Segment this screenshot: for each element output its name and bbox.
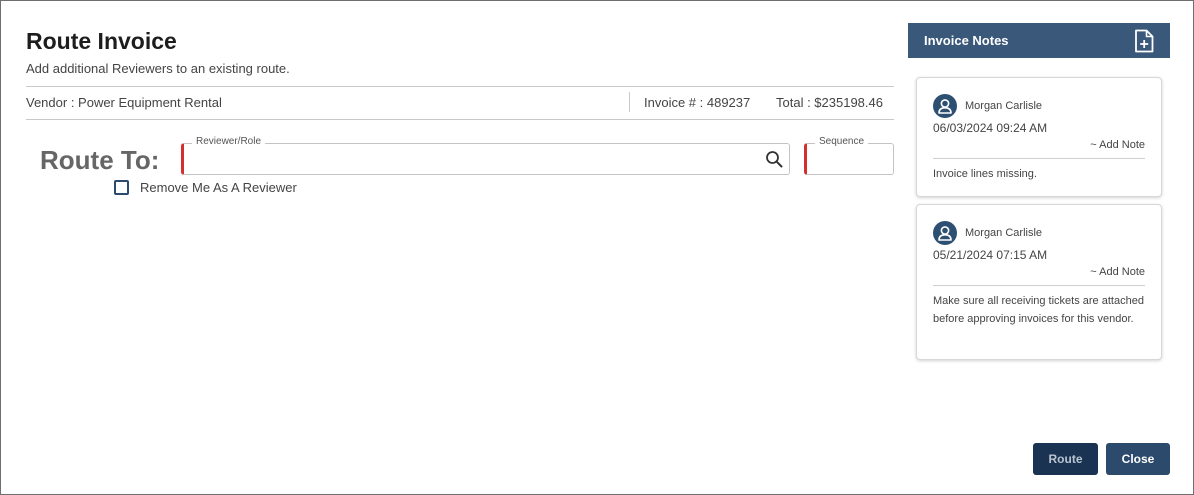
route-invoice-dialog: Route Invoice Add additional Reviewers t… — [0, 0, 1194, 495]
vendor-info: Vendor : Power Equipment Rental — [26, 95, 222, 110]
note-text: Make sure all receiving tickets are atta… — [933, 295, 1144, 325]
note-divider — [933, 158, 1145, 159]
route-button[interactable]: Route — [1033, 443, 1098, 475]
add-note-link[interactable]: ~ Add Note — [1090, 139, 1145, 151]
route-to-label: Route To: — [40, 145, 160, 175]
avatar-icon — [933, 94, 957, 118]
remove-me-checkbox[interactable] — [114, 180, 129, 195]
dialog-title: Route Invoice — [26, 28, 177, 54]
file-plus-icon[interactable] — [1134, 29, 1154, 53]
note-divider — [933, 285, 1145, 286]
sequence-field[interactable]: Sequence — [804, 136, 894, 175]
dialog-subtitle: Add additional Reviewers to an existing … — [26, 61, 290, 76]
search-icon[interactable] — [765, 150, 783, 168]
invoice-notes-header: Invoice Notes — [908, 23, 1170, 58]
note-card: Morgan Carlisle 06/03/2024 09:24 AM ~ Ad… — [916, 77, 1162, 197]
info-separator — [629, 92, 630, 112]
invoice-notes-title: Invoice Notes — [924, 33, 1009, 48]
note-card: Morgan Carlisle 05/21/2024 07:15 AM ~ Ad… — [916, 204, 1162, 360]
note-timestamp: 06/03/2024 09:24 AM — [933, 121, 1048, 135]
reviewer-role-field[interactable]: Reviewer/Role — [181, 136, 790, 175]
remove-me-label[interactable]: Remove Me As A Reviewer — [140, 180, 297, 195]
close-button[interactable]: Close — [1106, 443, 1170, 475]
invoice-total: Total : $235198.46 — [776, 95, 883, 110]
note-timestamp: 05/21/2024 07:15 AM — [933, 248, 1048, 262]
reviewer-role-label: Reviewer/Role — [192, 136, 266, 147]
note-author: Morgan Carlisle — [965, 100, 1043, 112]
note-author: Morgan Carlisle — [965, 227, 1043, 239]
divider-bottom — [26, 119, 894, 120]
sequence-label: Sequence — [815, 136, 869, 147]
add-note-link[interactable]: ~ Add Note — [1090, 266, 1145, 278]
divider-top — [26, 86, 894, 87]
note-text: Invoice lines missing. — [933, 168, 1037, 180]
avatar-icon — [933, 221, 957, 245]
invoice-number: Invoice # : 489237 — [644, 95, 751, 110]
